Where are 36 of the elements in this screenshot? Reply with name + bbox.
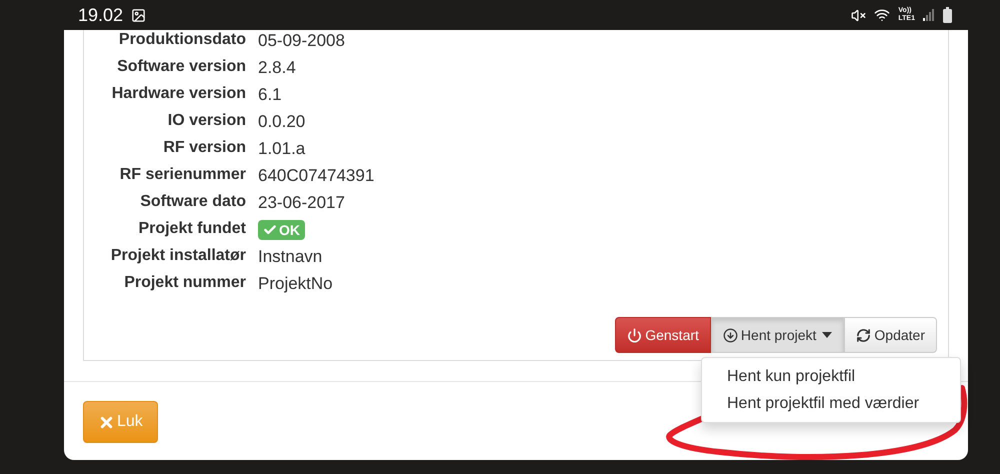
- status-badge: OK: [258, 220, 305, 240]
- clock-time: 19.02: [78, 4, 124, 26]
- field-label: IO version: [166, 111, 246, 131]
- field-value: 23-06-2017: [258, 192, 345, 214]
- field-label: Hardware version: [110, 84, 246, 104]
- battery-icon: [943, 7, 952, 23]
- download-icon: [722, 328, 738, 342]
- restart-button[interactable]: Genstart: [615, 317, 711, 353]
- field-value: 1.01.a: [258, 138, 306, 160]
- field-value: ProjektNo: [258, 273, 333, 295]
- field-label: Projekt installatør: [110, 246, 246, 266]
- refresh-button[interactable]: Opdater: [844, 317, 937, 353]
- image-icon: [131, 8, 146, 22]
- field-value: 6.1: [258, 84, 282, 106]
- field-label: Projekt nummer: [123, 273, 246, 293]
- field-value: 2.8.4: [258, 57, 296, 79]
- field-label: Software dato: [139, 192, 246, 212]
- field-value: Instnavn: [258, 246, 322, 268]
- field-value: 0.0.20: [258, 111, 306, 133]
- field-value: 05-09-2008: [258, 30, 345, 52]
- menu-item[interactable]: Hent kun projektfil: [702, 363, 960, 390]
- field-label: RF serienummer: [118, 165, 246, 185]
- wifi-icon: [874, 7, 890, 23]
- caret-icon: [822, 332, 832, 338]
- signal-icon: [923, 9, 935, 21]
- dropdown-button[interactable]: Hent projekt: [710, 317, 844, 353]
- refresh-icon: [856, 328, 872, 342]
- field-label: Software version: [116, 57, 246, 77]
- field-label: RF version: [162, 138, 246, 158]
- menu-item[interactable]: Hent projektfil med værdier: [702, 390, 960, 417]
- field-label: Produktionsdato: [118, 30, 246, 50]
- mute-icon: [851, 8, 866, 22]
- power-icon: [627, 328, 642, 342]
- close-icon: [98, 414, 115, 430]
- field-value: 640C07474391: [258, 165, 374, 187]
- field-label: Projekt fundet: [137, 219, 246, 239]
